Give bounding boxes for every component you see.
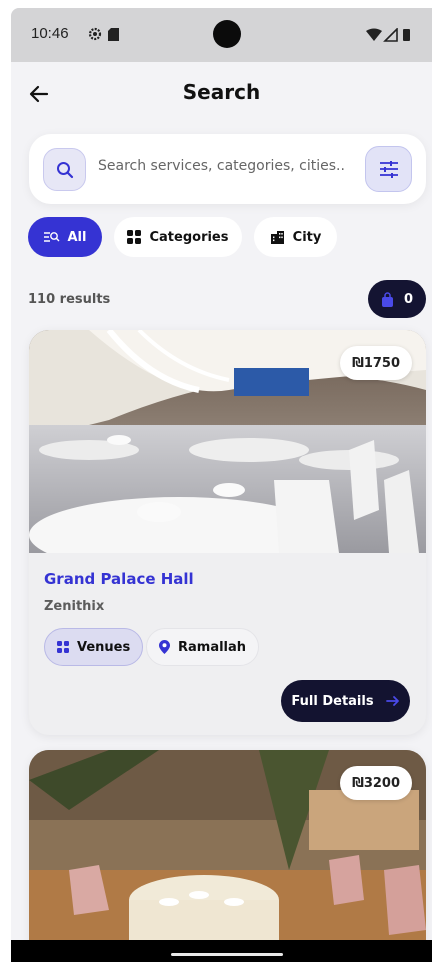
battery-icon [403, 29, 410, 41]
chip-all-label: All [67, 229, 87, 245]
shopping-bag-icon [381, 291, 393, 307]
grid-icon [57, 641, 69, 653]
venue-photo: ₪1750 [29, 330, 426, 553]
filter-button[interactable] [365, 146, 412, 192]
sliders-icon [379, 161, 398, 178]
chip-categories-label: Categories [149, 229, 229, 245]
venue-name[interactable]: Grand Palace Hall [44, 570, 194, 588]
category-tag: Venues [44, 628, 144, 666]
search-input[interactable] [98, 158, 358, 174]
app-screen: 10:46 Search Search services, categories… [11, 8, 432, 962]
wifi-icon [366, 28, 382, 41]
category-label: Venues [77, 639, 131, 655]
cart-button[interactable]: 0 [368, 280, 426, 318]
front-camera [213, 20, 241, 48]
listing-card[interactable]: ₪1750 Grand Palace Hall Zenithix Venues … [29, 330, 426, 735]
results-count: 110 results [28, 292, 111, 307]
system-nav-bar [11, 940, 432, 962]
location-pin-icon [159, 640, 170, 654]
city-tag: Ramallah [146, 628, 260, 666]
price-badge: ₪3200 [340, 766, 412, 800]
status-bar: 10:46 [11, 8, 432, 62]
city-buildings-icon [270, 231, 284, 244]
status-icons [366, 28, 410, 42]
status-time: 10:46 [31, 25, 69, 42]
home-gesture-handle[interactable] [171, 953, 283, 956]
search-icon [56, 161, 73, 178]
list-filter-icon [43, 232, 59, 242]
venue-photo: ₪3200 [29, 750, 426, 962]
price-badge: ₪1750 [340, 346, 412, 380]
cart-count: 0 [403, 291, 414, 307]
arrow-right-icon [385, 696, 399, 706]
chip-city[interactable]: City [254, 217, 337, 257]
settings-gear-icon [88, 27, 102, 41]
search-bar [29, 134, 426, 204]
search-button[interactable] [43, 148, 86, 191]
top-bar: Search [11, 62, 432, 124]
chip-city-label: City [292, 229, 322, 245]
sd-card-icon [108, 28, 119, 41]
page-title: Search [182, 80, 261, 104]
listing-card[interactable]: ₪3200 [29, 750, 426, 962]
chip-categories[interactable]: Categories [114, 217, 242, 257]
chip-all[interactable]: All [28, 217, 102, 257]
signal-icon [383, 28, 398, 42]
full-details-label: Full Details [291, 693, 374, 709]
city-label: Ramallah [178, 639, 247, 655]
grid-icon [127, 230, 142, 244]
provider-name: Zenithix [44, 599, 105, 614]
full-details-button[interactable]: Full Details [281, 680, 410, 722]
